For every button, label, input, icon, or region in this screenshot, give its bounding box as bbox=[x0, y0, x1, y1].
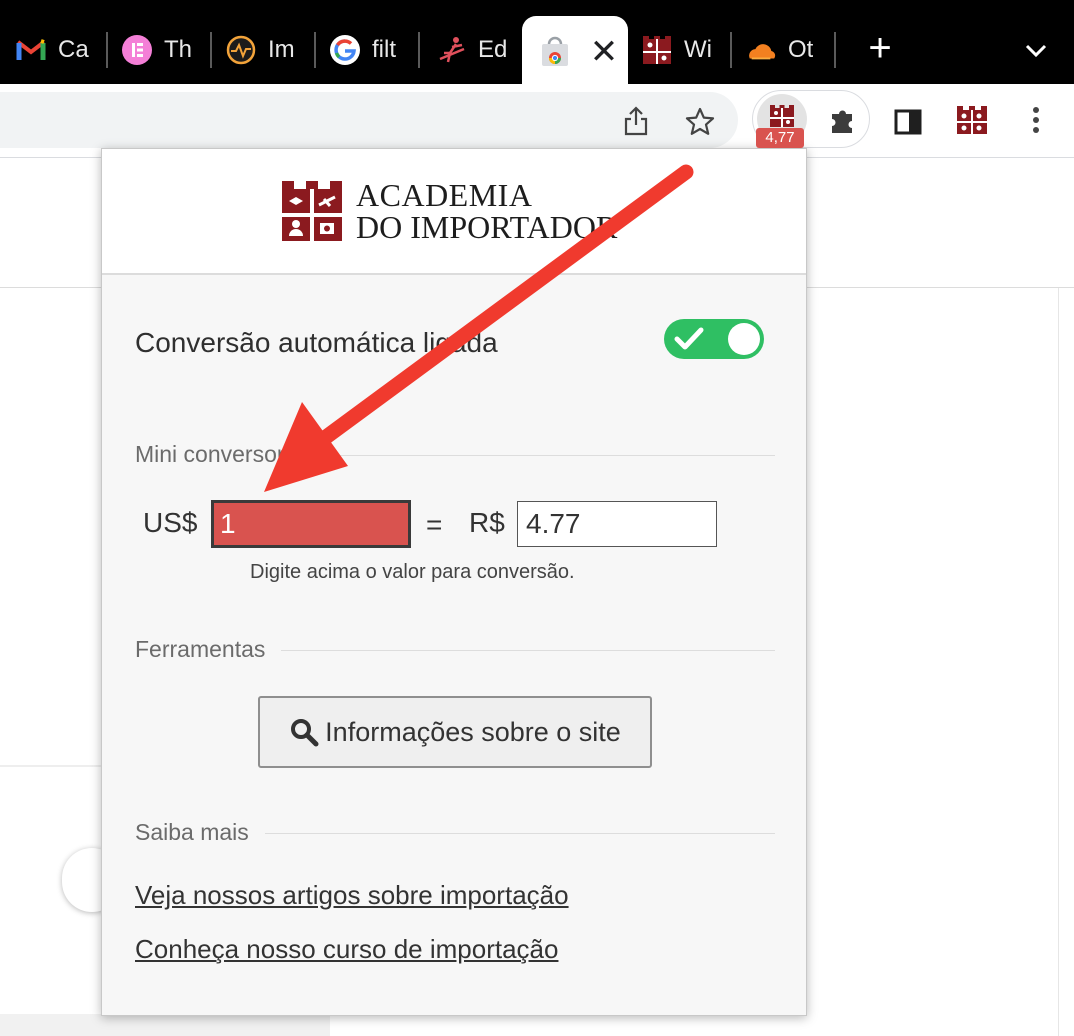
tab-editor[interactable]: Ed bbox=[436, 22, 512, 78]
extension-popup: ACADEMIA DO IMPORTADOR Conversão automát… bbox=[101, 148, 807, 1016]
tab-title: Ca bbox=[58, 36, 89, 63]
site-info-button[interactable]: Informações sobre o site bbox=[258, 696, 652, 768]
course-link[interactable]: Conheça nosso curso de importação bbox=[135, 934, 558, 965]
tab-academia[interactable]: Wi bbox=[642, 22, 718, 78]
close-tab-button[interactable]: ✕ bbox=[582, 30, 626, 74]
tools-section: Ferramentas bbox=[135, 636, 775, 666]
equals-sign: = bbox=[426, 509, 443, 540]
cloudflare-icon bbox=[746, 35, 776, 65]
tab-web-store-active[interactable]: ✕ bbox=[522, 16, 628, 88]
tab-title: Ot bbox=[788, 36, 814, 63]
gmail-icon bbox=[16, 35, 46, 65]
tab-title: filt bbox=[372, 36, 396, 63]
desk-figure-icon bbox=[436, 35, 466, 65]
brl-amount-input[interactable] bbox=[517, 501, 717, 547]
popup-header: ACADEMIA DO IMPORTADOR bbox=[102, 149, 806, 275]
chrome-web-store-icon bbox=[540, 36, 570, 68]
usd-currency-label: US$ bbox=[143, 507, 198, 538]
auto-conversion-toggle[interactable] bbox=[664, 319, 764, 359]
tab-title: Im bbox=[268, 36, 295, 63]
tab-strip: Ca Th Im filt Ed ✕ Wi Ot + bbox=[0, 0, 1074, 88]
tab-google[interactable]: filt bbox=[330, 22, 406, 78]
academia-importador-icon bbox=[642, 35, 672, 65]
extension-badge: 4,77 bbox=[756, 128, 804, 148]
browser-toolbar bbox=[0, 84, 1074, 158]
tab-monitor[interactable]: Im bbox=[226, 22, 304, 78]
learn-more-section: Saiba mais bbox=[135, 819, 775, 849]
mini-converter-section: Mini conversor bbox=[135, 441, 775, 471]
section-label: Ferramentas bbox=[135, 636, 282, 663]
tab-separator bbox=[210, 32, 212, 68]
tab-elementor[interactable]: Th bbox=[122, 22, 200, 78]
toggle-knob bbox=[728, 323, 760, 355]
search-icon bbox=[289, 717, 319, 747]
check-icon bbox=[672, 323, 706, 355]
share-icon[interactable] bbox=[620, 104, 652, 138]
brl-currency-label: R$ bbox=[469, 507, 505, 538]
tab-separator bbox=[106, 32, 108, 68]
new-tab-button[interactable]: + bbox=[858, 28, 902, 72]
page-scrollbar[interactable] bbox=[1058, 288, 1074, 1036]
tab-separator bbox=[314, 32, 316, 68]
usd-amount-input[interactable] bbox=[211, 500, 411, 548]
articles-link[interactable]: Veja nossos artigos sobre importação bbox=[135, 880, 569, 911]
puzzle-extensions-icon[interactable] bbox=[825, 102, 861, 138]
tab-title: Ed bbox=[478, 36, 508, 63]
site-info-label: Informações sobre o site bbox=[325, 716, 621, 747]
academia-logo-icon bbox=[280, 179, 344, 243]
bookmark-star-icon[interactable] bbox=[682, 104, 718, 140]
google-icon bbox=[330, 35, 360, 65]
pulse-monitor-icon bbox=[226, 35, 256, 65]
tab-gmail[interactable]: Ca bbox=[16, 22, 96, 78]
tab-separator bbox=[418, 32, 420, 68]
tab-cloudflare[interactable]: Ot bbox=[746, 22, 822, 78]
academia-pinned-icon[interactable] bbox=[954, 102, 990, 138]
more-menu-icon[interactable] bbox=[1020, 102, 1052, 138]
page-divider bbox=[0, 765, 110, 767]
tab-separator bbox=[730, 32, 732, 68]
section-label: Saiba mais bbox=[135, 819, 265, 846]
auto-conversion-label: Conversão automática ligada bbox=[135, 327, 498, 358]
elementor-icon bbox=[122, 35, 152, 65]
tab-search-chevron-icon[interactable] bbox=[1020, 32, 1052, 68]
tab-separator bbox=[834, 32, 836, 68]
converter-hint: Digite acima o valor para conversão. bbox=[250, 561, 575, 583]
tab-title: Wi bbox=[684, 36, 712, 63]
browser-window: Ca Th Im filt Ed ✕ Wi Ot + 4,77 ACADEMIA… bbox=[0, 0, 1074, 1036]
section-label: Mini conversor bbox=[135, 441, 301, 468]
page-footer-strip bbox=[0, 1014, 330, 1036]
tab-title: Th bbox=[164, 36, 193, 63]
brand-line-2: DO IMPORTADOR bbox=[356, 209, 618, 245]
side-panel-icon[interactable] bbox=[890, 104, 926, 140]
